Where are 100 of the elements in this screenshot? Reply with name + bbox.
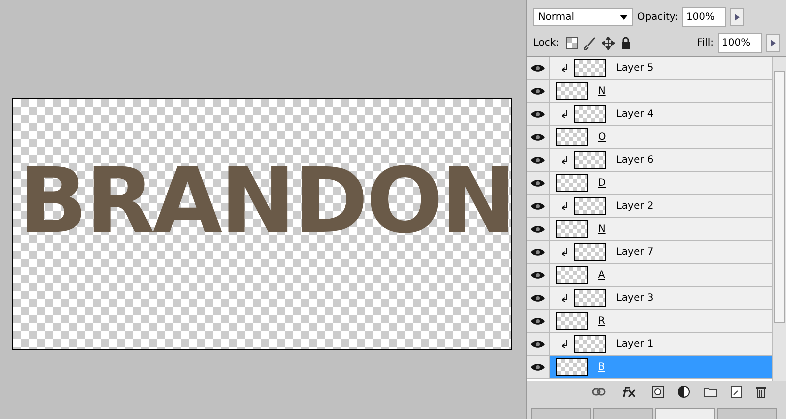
layer-name: Layer 3 (616, 292, 654, 304)
folder-icon[interactable] (704, 387, 717, 397)
visibility-toggle[interactable] (527, 103, 550, 125)
visibility-toggle[interactable] (527, 172, 550, 194)
clipping-arrow-icon (562, 156, 568, 164)
clipping-arrow-icon (562, 294, 568, 302)
visibility-toggle[interactable] (527, 149, 550, 171)
brush-icon[interactable] (584, 36, 596, 50)
trash-icon[interactable] (756, 386, 766, 398)
layer-name: Layer 2 (616, 200, 654, 212)
visibility-toggle[interactable] (527, 287, 550, 309)
layer-name: N (598, 224, 606, 234)
layer-row[interactable]: Layer 1 (527, 333, 772, 356)
eye-icon (531, 340, 546, 348)
visibility-toggle[interactable] (527, 195, 550, 217)
lock-transparency-icon[interactable] (566, 37, 578, 49)
link-icon[interactable] (592, 388, 606, 396)
layer-thumbnail (556, 128, 588, 146)
layer-thumbnail (574, 243, 606, 261)
new-layer-icon[interactable] (731, 386, 742, 398)
clipping-arrow-icon (562, 248, 568, 256)
layer-thumbnail (574, 289, 606, 307)
eye-icon (531, 248, 546, 256)
layer-row[interactable]: Layer 6 (527, 149, 772, 172)
visibility-toggle[interactable] (527, 218, 550, 240)
layer-row[interactable]: Layer 2 (527, 195, 772, 218)
visibility-toggle[interactable] (527, 126, 550, 148)
layer-thumbnail (556, 220, 588, 238)
layer-thumbnail (556, 358, 588, 376)
layer-row[interactable]: R (527, 310, 772, 333)
fx-icon[interactable] (620, 386, 638, 398)
clipping-arrow-icon (562, 340, 568, 348)
layer-thumbnail (556, 82, 588, 100)
visibility-toggle[interactable] (527, 241, 550, 263)
layer-name: D (598, 178, 606, 188)
layer-name: A (598, 270, 606, 280)
layer-thumbnail (574, 151, 606, 169)
layer-row[interactable]: D (527, 172, 772, 195)
eye-icon (531, 86, 546, 96)
eye-icon (531, 156, 546, 164)
eye-icon (531, 110, 546, 118)
eye-icon (531, 178, 546, 188)
layer-thumbnail (556, 174, 588, 192)
visibility-toggle[interactable] (527, 310, 550, 332)
eye-icon (531, 64, 546, 72)
layer-thumbnail (574, 105, 606, 123)
fill-field[interactable]: 100% (718, 33, 762, 53)
layer-thumbnail (574, 335, 606, 353)
eye-icon (531, 224, 546, 234)
eye-icon (531, 202, 546, 210)
layer-name: R (598, 316, 606, 326)
scrollbar[interactable] (772, 57, 786, 381)
eye-icon (531, 270, 546, 280)
eye-icon (531, 294, 546, 302)
opacity-slider-button[interactable] (730, 8, 744, 26)
layer-thumbnail (556, 266, 588, 284)
layer-mask-icon[interactable] (652, 386, 664, 398)
layer-name: N (598, 86, 606, 96)
opacity-label: Opacity: (637, 12, 678, 22)
layer-row[interactable]: Layer 7 (527, 241, 772, 264)
adjustment-icon[interactable] (678, 386, 690, 398)
lock-label: Lock: (533, 38, 560, 48)
layer-thumbnail (556, 312, 588, 330)
opacity-field[interactable]: 100% (682, 7, 726, 27)
layer-row[interactable]: Layer 3 (527, 287, 772, 310)
layer-row[interactable]: N (527, 218, 772, 241)
visibility-toggle[interactable] (527, 264, 550, 286)
layer-row[interactable]: A (527, 264, 772, 287)
clipping-arrow-icon (562, 110, 568, 118)
canvas-lettering: BRANDON (19, 157, 514, 247)
layer-name: Layer 5 (616, 62, 654, 74)
fill-label: Fill: (697, 38, 714, 48)
clipping-arrow-icon (562, 202, 568, 210)
visibility-toggle[interactable] (527, 57, 550, 79)
layer-name: Layer 7 (616, 246, 654, 258)
layer-name: O (598, 132, 606, 142)
clipping-arrow-icon (562, 64, 568, 72)
triangle-icon (770, 40, 776, 46)
fill-slider-button[interactable] (766, 34, 780, 52)
layer-row[interactable]: Layer 5 (527, 57, 772, 80)
layer-name: Layer 4 (616, 108, 654, 120)
layer-thumbnail (574, 59, 606, 77)
eye-icon (531, 316, 546, 326)
lock-icon[interactable] (620, 37, 630, 49)
triangle-icon (734, 14, 740, 20)
eye-icon (531, 362, 546, 372)
caret-icon (620, 14, 628, 20)
layer-thumbnail (574, 197, 606, 215)
visibility-toggle[interactable] (527, 80, 550, 102)
blend-mode-dropdown[interactable]: Normal (533, 8, 634, 26)
layer-row[interactable]: Layer 4 (527, 103, 772, 126)
layer-name: B (598, 362, 606, 372)
visibility-toggle[interactable] (527, 356, 550, 378)
layer-name: Layer 6 (616, 154, 654, 166)
eye-icon (531, 132, 546, 142)
visibility-toggle[interactable] (527, 333, 550, 355)
move-icon[interactable] (602, 36, 614, 50)
layer-row[interactable]: N (527, 80, 772, 103)
layer-name: Layer 1 (616, 338, 654, 350)
layer-row[interactable]: O (527, 126, 772, 149)
